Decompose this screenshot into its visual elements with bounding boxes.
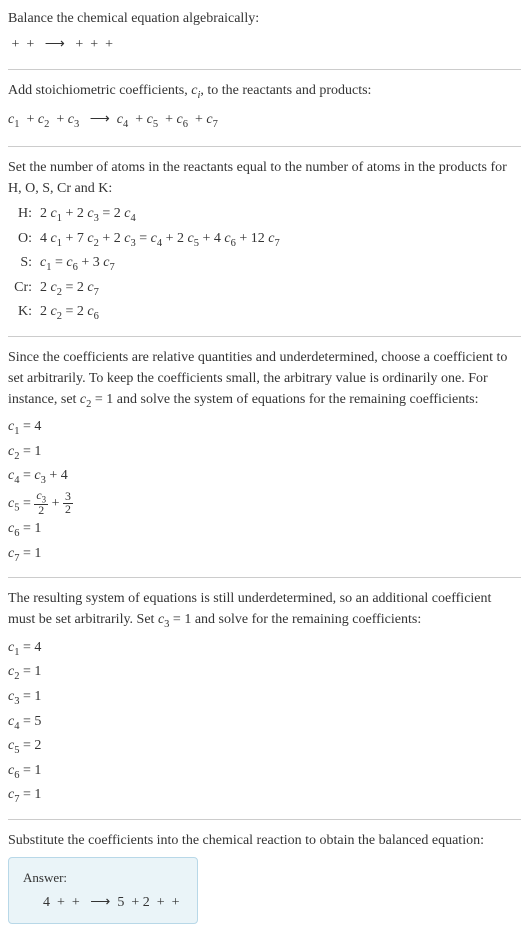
- coeff2-c6: c6 = 1: [8, 760, 521, 784]
- atom-label-o: O:: [12, 228, 40, 252]
- coeff2-c2: c2 = 1: [8, 661, 521, 685]
- atom-label-cr: Cr:: [12, 277, 40, 301]
- answer-equation: 4 + + ⟶ 5 + 2 + +: [23, 891, 183, 913]
- stoich-post: , to the reactants and products:: [200, 83, 371, 98]
- solve1-list: c1 = 4 c2 = 1 c4 = c3 + 4 c5 = c32 + 32 …: [8, 416, 521, 566]
- atom-row-k: K: 2 c2 = 2 c6: [12, 301, 521, 325]
- c3-sub: 3: [74, 118, 79, 129]
- coeff2-c7: c7 = 1: [8, 784, 521, 808]
- coeff-c7: c7 = 1: [8, 543, 521, 567]
- solve2-intro: The resulting system of equations is sti…: [8, 588, 521, 633]
- stoich-pre: Add stoichiometric coefficients,: [8, 83, 191, 98]
- coeff2-c4: c4 = 5: [8, 711, 521, 735]
- c5-sub: 5: [153, 118, 158, 129]
- atom-eq-k: 2 c2 = 2 c6: [40, 301, 521, 325]
- c7-sub: 7: [213, 118, 218, 129]
- c1-sub: 1: [14, 118, 19, 129]
- section-atoms: Set the number of atoms in the reactants…: [8, 157, 521, 337]
- balance-title: Balance the chemical equation algebraica…: [8, 8, 521, 29]
- coeff-c6: c6 = 1: [8, 518, 521, 542]
- coeff-c4: c4 = c3 + 4: [8, 465, 521, 489]
- stoich-equation: c1 + c2 + c3 ⟶ c4 + c5 + c6 + c7: [8, 108, 521, 133]
- coeff2-c1: c1 = 4: [8, 637, 521, 661]
- atom-eq-cr: 2 c2 = 2 c7: [40, 277, 521, 301]
- section-solve1: Since the coefficients are relative quan…: [8, 347, 521, 578]
- c2-sub: 2: [44, 118, 49, 129]
- atom-row-s: S: c1 = c6 + 3 c7: [12, 252, 521, 276]
- stoich-intro: Add stoichiometric coefficients, ci, to …: [8, 80, 521, 104]
- coeff-c1: c1 = 4: [8, 416, 521, 440]
- c6-sub: 6: [183, 118, 188, 129]
- c4-sub: 4: [123, 118, 128, 129]
- atom-label-h: H:: [12, 203, 40, 227]
- atom-row-cr: Cr: 2 c2 = 2 c7: [12, 277, 521, 301]
- atom-eq-s: c1 = c6 + 3 c7: [40, 252, 521, 276]
- atoms-table: H: 2 c1 + 2 c3 = 2 c4 O: 4 c1 + 7 c2 + 2…: [12, 203, 521, 325]
- solve2-list: c1 = 4 c2 = 1 c3 = 1 c4 = 5 c5 = 2 c6 = …: [8, 637, 521, 808]
- section-balance-intro: Balance the chemical equation algebraica…: [8, 8, 521, 70]
- coeff2-c5: c5 = 2: [8, 735, 521, 759]
- answer-box: Answer: 4 + + ⟶ 5 + 2 + +: [8, 857, 198, 925]
- atoms-intro: Set the number of atoms in the reactants…: [8, 157, 521, 199]
- atom-eq-o: 4 c1 + 7 c2 + 2 c3 = c4 + 2 c5 + 4 c6 + …: [40, 228, 521, 252]
- coeff-c2: c2 = 1: [8, 441, 521, 465]
- atom-label-s: S:: [12, 252, 40, 276]
- coeff2-c3: c3 = 1: [8, 686, 521, 710]
- balance-equation: + + ⟶ + + +: [8, 33, 521, 55]
- atom-label-k: K:: [12, 301, 40, 325]
- answer-intro: Substitute the coefficients into the che…: [8, 830, 521, 851]
- atom-eq-h: 2 c1 + 2 c3 = 2 c4: [40, 203, 521, 227]
- section-solve2: The resulting system of equations is sti…: [8, 588, 521, 819]
- section-answer: Substitute the coefficients into the che…: [8, 830, 521, 935]
- section-stoichiometric: Add stoichiometric coefficients, ci, to …: [8, 80, 521, 147]
- answer-label: Answer:: [23, 868, 183, 888]
- solve1-intro: Since the coefficients are relative quan…: [8, 347, 521, 413]
- coeff-c5: c5 = c32 + 32: [8, 490, 521, 517]
- atom-row-o: O: 4 c1 + 7 c2 + 2 c3 = c4 + 2 c5 + 4 c6…: [12, 228, 521, 252]
- atom-row-h: H: 2 c1 + 2 c3 = 2 c4: [12, 203, 521, 227]
